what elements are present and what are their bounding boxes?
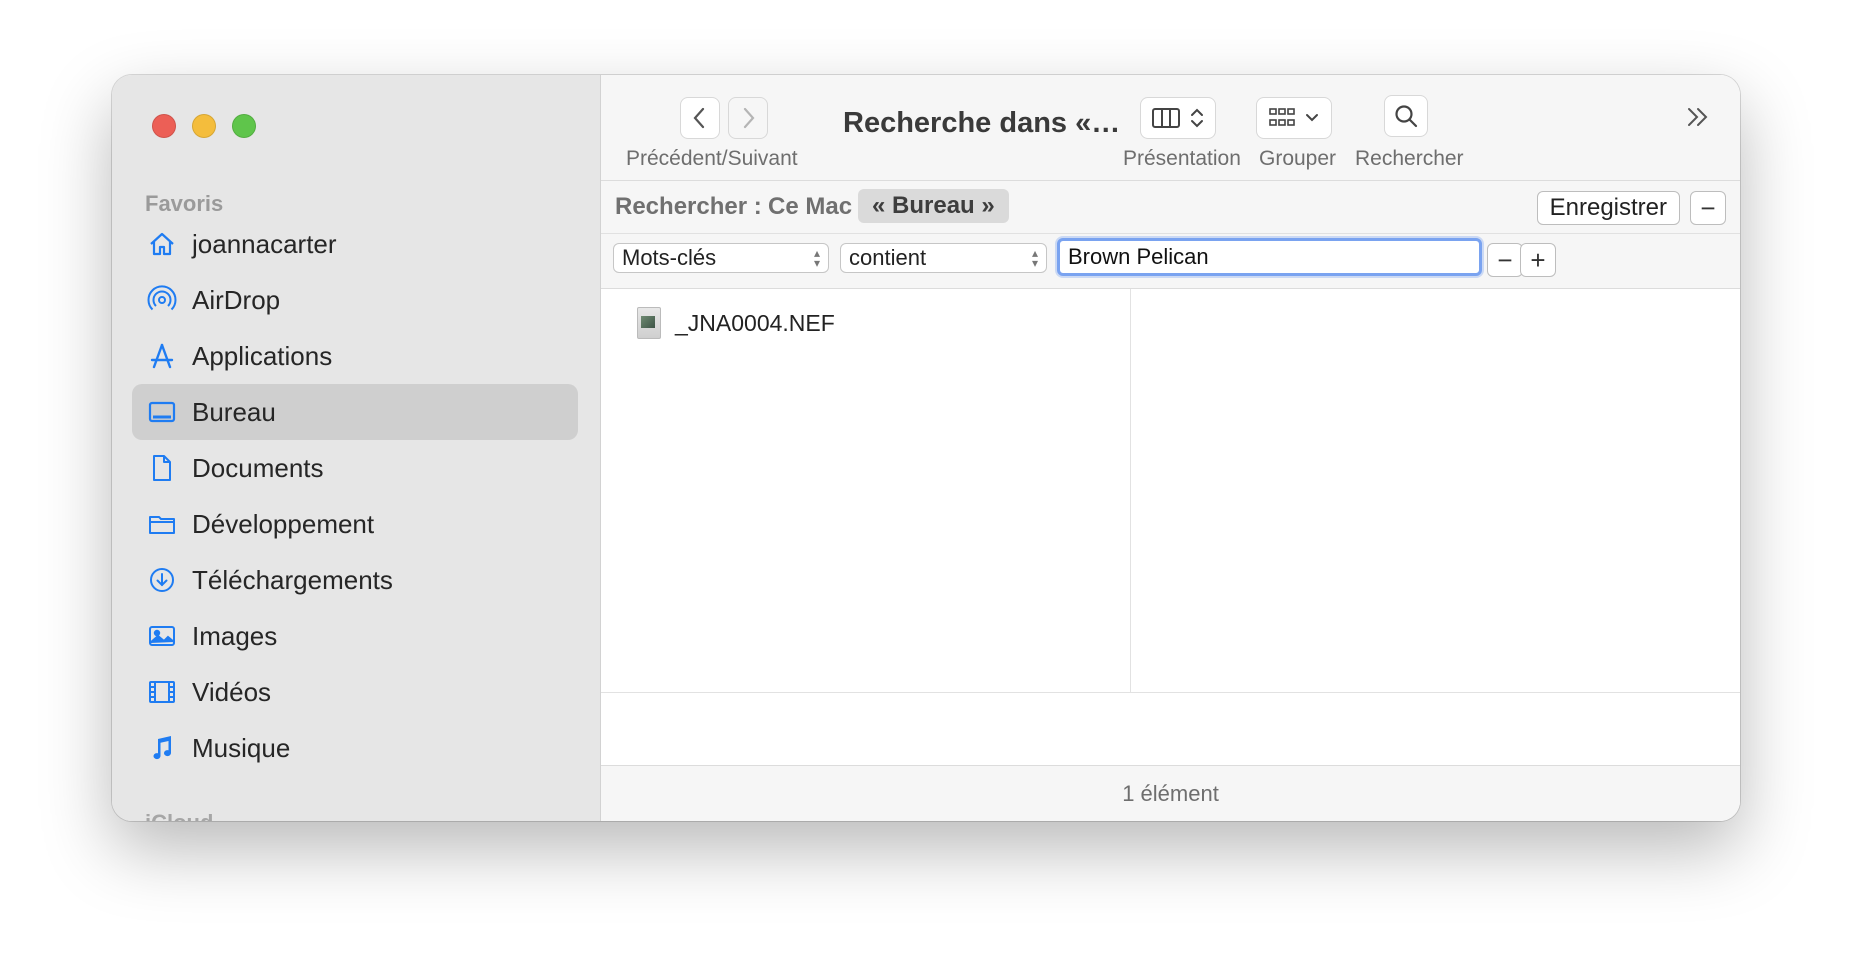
attribute-select-value: Mots-clés xyxy=(622,245,717,270)
sidebar: Favoris joannacarter AirDrop Application… xyxy=(112,75,601,821)
folder-icon xyxy=(146,508,178,540)
select-arrows-icon: ▴ ▾ xyxy=(1031,246,1038,270)
toolbar-overflow-button[interactable] xyxy=(1678,97,1718,137)
music-icon xyxy=(146,732,178,764)
results-column: _JNA0004.NEF xyxy=(601,289,1131,693)
close-window-button[interactable] xyxy=(152,114,176,138)
home-icon xyxy=(146,228,178,260)
select-arrows-icon: ▴ ▾ xyxy=(813,246,820,270)
divider xyxy=(601,692,1740,693)
back-button[interactable] xyxy=(680,97,720,139)
zoom-window-button[interactable] xyxy=(232,114,256,138)
sidebar-item-label: Musique xyxy=(192,732,291,763)
scope-label: Rechercher : xyxy=(615,193,762,220)
scope-current-folder[interactable]: « Bureau » xyxy=(858,189,1009,223)
remove-criterion-button[interactable]: − xyxy=(1487,243,1523,277)
forward-button[interactable] xyxy=(728,97,768,139)
search-scope-bar: Rechercher : Ce Mac « Bureau » Enregistr… xyxy=(601,181,1740,234)
sidebar-item-label: AirDrop xyxy=(192,284,281,315)
sidebar-item-label: Images xyxy=(192,620,278,651)
minimize-window-button[interactable] xyxy=(192,114,216,138)
sidebar-item-home[interactable]: joannacarter xyxy=(132,216,578,272)
sidebar-item-applications[interactable]: Applications xyxy=(132,328,578,384)
grid-icon xyxy=(1269,108,1295,126)
window-controls xyxy=(152,114,256,138)
add-criterion-button[interactable]: + xyxy=(1520,243,1556,277)
search-button[interactable] xyxy=(1384,95,1428,137)
toolbar: Précédent/Suivant Recherche dans «… Prés… xyxy=(601,75,1740,181)
file-name: _JNA0004.NEF xyxy=(675,309,835,336)
nav-caption: Précédent/Suivant xyxy=(626,147,798,170)
sidebar-section-icloud: iCloud xyxy=(145,810,213,821)
sidebar-item-videos[interactable]: Vidéos xyxy=(132,664,578,720)
status-bar: 1 élément xyxy=(601,765,1740,821)
view-mode-button[interactable] xyxy=(1140,97,1216,139)
double-chevron-right-icon xyxy=(1688,108,1708,126)
sidebar-item-label: joannacarter xyxy=(192,228,337,259)
operator-select[interactable]: contient ▴ ▾ xyxy=(840,243,1047,273)
sidebar-item-label: Développement xyxy=(192,508,375,539)
list-item[interactable]: _JNA0004.NEF xyxy=(637,307,835,339)
sidebar-item-bureau[interactable]: Bureau xyxy=(132,384,578,440)
group-button[interactable] xyxy=(1256,97,1332,139)
remove-search-button[interactable]: − xyxy=(1690,191,1726,225)
operator-select-value: contient xyxy=(849,245,927,270)
finder-window: Favoris joannacarter AirDrop Application… xyxy=(112,75,1740,821)
chevron-right-icon xyxy=(743,107,755,129)
sidebar-item-telechargements[interactable]: Téléchargements xyxy=(132,552,578,608)
main-pane: Précédent/Suivant Recherche dans «… Prés… xyxy=(601,75,1740,821)
attribute-select[interactable]: Mots-clés ▴ ▾ xyxy=(613,243,829,273)
window-title: Recherche dans «… xyxy=(843,107,1121,139)
desktop-icon xyxy=(146,396,178,428)
photo-icon xyxy=(146,620,178,652)
applications-icon xyxy=(146,340,178,372)
airdrop-icon xyxy=(146,284,178,316)
sidebar-item-label: Téléchargements xyxy=(192,564,393,595)
sidebar-item-developpement[interactable]: Développement xyxy=(132,496,578,552)
sidebar-list: joannacarter AirDrop Applications Bureau xyxy=(132,216,578,776)
film-icon xyxy=(146,676,178,708)
chevron-down-icon xyxy=(1306,114,1318,122)
sidebar-item-label: Vidéos xyxy=(192,676,272,707)
columns-view-icon xyxy=(1152,108,1180,128)
document-icon xyxy=(146,452,178,484)
view-caption: Présentation xyxy=(1123,147,1241,170)
download-icon xyxy=(146,564,178,596)
sidebar-section-favoris: Favoris xyxy=(145,191,224,216)
sidebar-item-airdrop[interactable]: AirDrop xyxy=(132,272,578,328)
image-file-icon xyxy=(637,307,661,339)
sidebar-item-images[interactable]: Images xyxy=(132,608,578,664)
group-caption: Grouper xyxy=(1259,147,1337,170)
item-count: 1 élément xyxy=(1122,780,1219,806)
search-caption: Rechercher xyxy=(1355,147,1464,170)
search-criteria-row: Mots-clés ▴ ▾ contient ▴ ▾ Brown Pelican −… xyxy=(601,234,1740,289)
save-search-button[interactable]: Enregistrer xyxy=(1536,191,1680,225)
updown-icon xyxy=(1191,108,1203,128)
sidebar-item-label: Documents xyxy=(192,452,324,483)
sidebar-item-documents[interactable]: Documents xyxy=(132,440,578,496)
scope-this-mac[interactable]: Ce Mac xyxy=(768,193,852,221)
sidebar-item-musique[interactable]: Musique xyxy=(132,720,578,776)
search-icon xyxy=(1395,105,1418,128)
chevron-left-icon xyxy=(693,107,705,129)
criteria-value-field[interactable]: Brown Pelican xyxy=(1057,238,1482,276)
sidebar-item-label: Bureau xyxy=(192,396,276,427)
sidebar-item-label: Applications xyxy=(192,340,333,371)
